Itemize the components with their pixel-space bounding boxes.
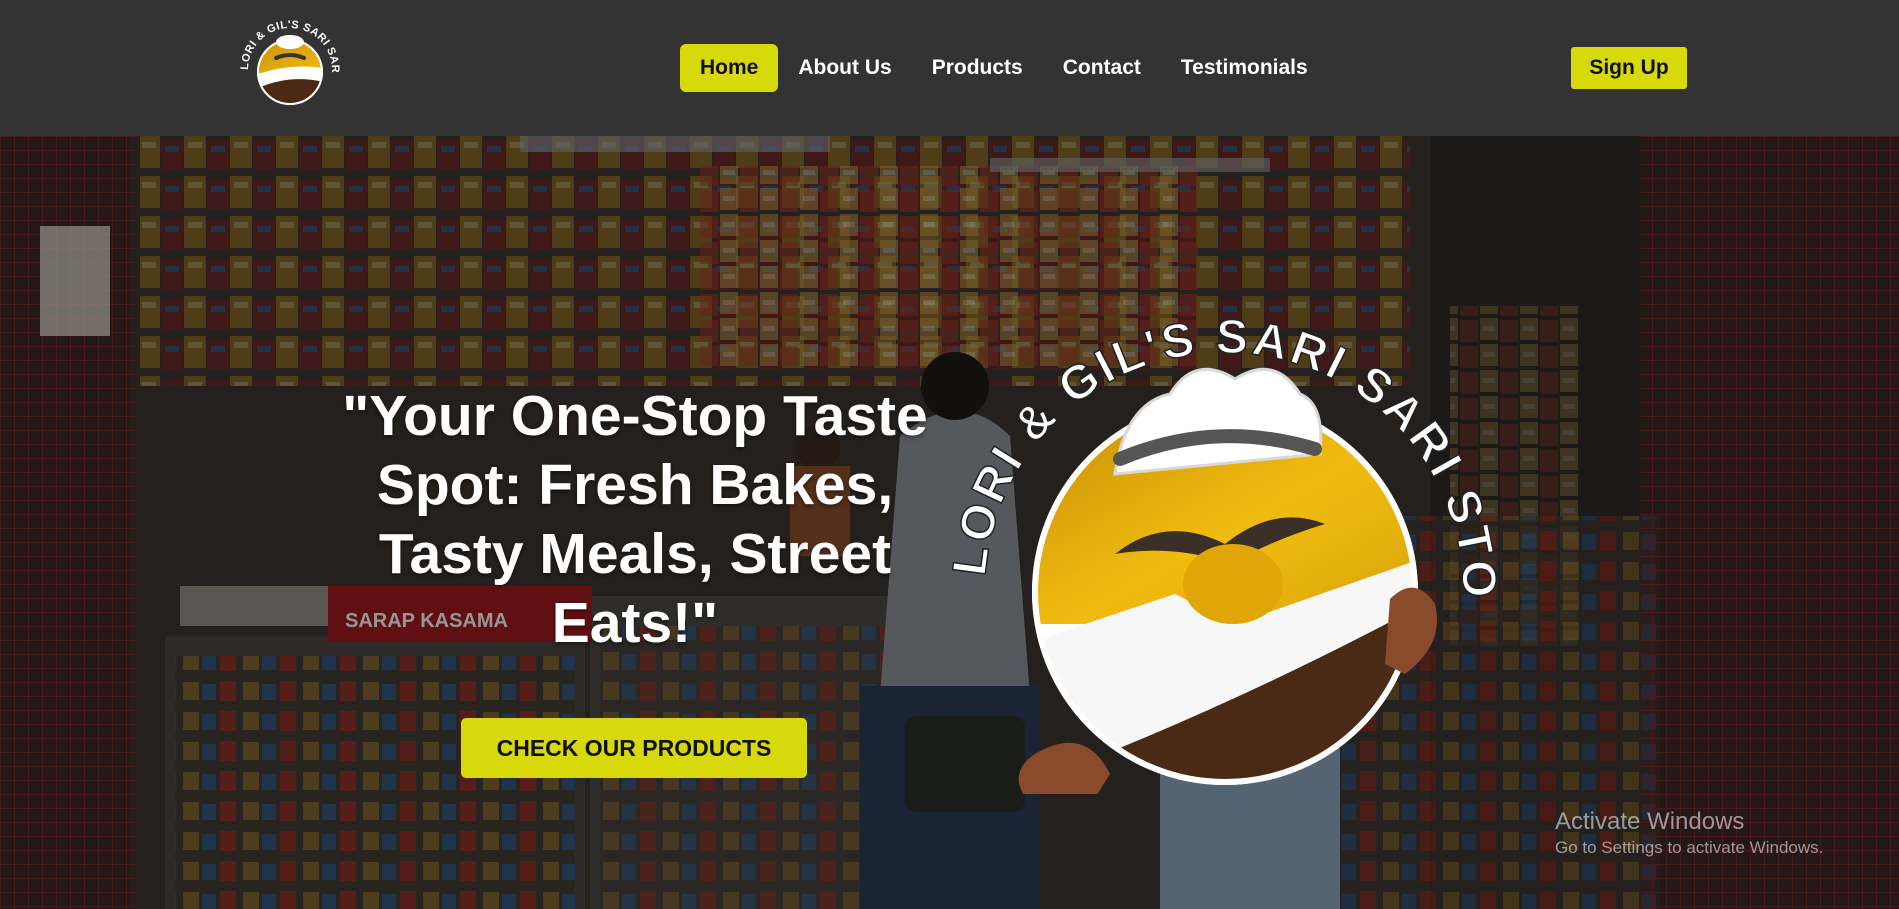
check-products-button[interactable]: CHECK OUR PRODUCTS — [461, 718, 807, 778]
hero-store-logo: LORI & GIL'S SARI SARI STORE — [935, 254, 1503, 794]
watermark-title: Activate Windows — [1555, 808, 1745, 835]
hero-section: SARAP KASAMA "Your One-Stop Taste Spot: … — [0, 136, 1899, 909]
nav-testimonials[interactable]: Testimonials — [1161, 44, 1328, 92]
windows-activation-watermark: Activate Windows Go to Settings to activ… — [1555, 808, 1823, 858]
nav-about-us[interactable]: About Us — [778, 44, 911, 92]
main-nav: Home About Us Products Contact Testimoni… — [680, 43, 1328, 93]
nav-contact[interactable]: Contact — [1043, 44, 1161, 92]
watermark-subtitle: Go to Settings to activate Windows. — [1555, 838, 1824, 857]
hero-headline: "Your One-Stop Taste Spot: Fresh Bakes, … — [342, 384, 928, 655]
store-logo[interactable]: LORI & GIL'S SARI SARI STORE — [228, 8, 352, 118]
top-navbar: LORI & GIL'S SARI SARI STORE Home About … — [0, 0, 1899, 136]
sign-up-button[interactable]: Sign Up — [1571, 47, 1687, 89]
nav-home[interactable]: Home — [680, 44, 779, 92]
nav-products[interactable]: Products — [912, 44, 1043, 92]
